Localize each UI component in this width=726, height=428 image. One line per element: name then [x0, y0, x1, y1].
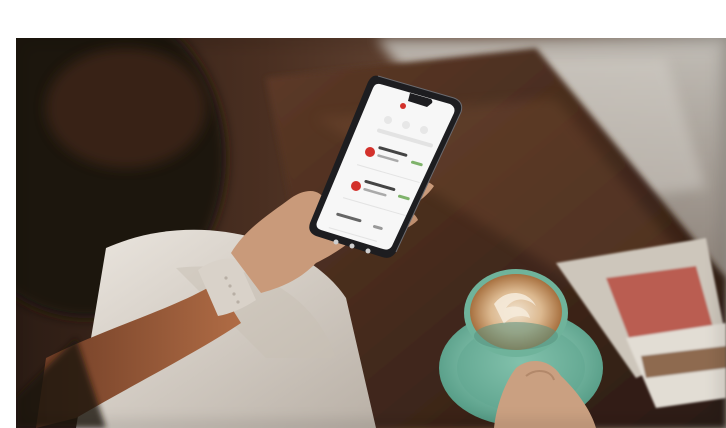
hero-photo — [16, 38, 726, 428]
app-logo-icon — [400, 103, 406, 109]
photo-illustration — [16, 38, 726, 428]
transaction-red-icon — [365, 147, 375, 157]
transaction-red-icon-2 — [351, 181, 361, 191]
page — [0, 0, 726, 428]
head-blur — [46, 48, 206, 168]
